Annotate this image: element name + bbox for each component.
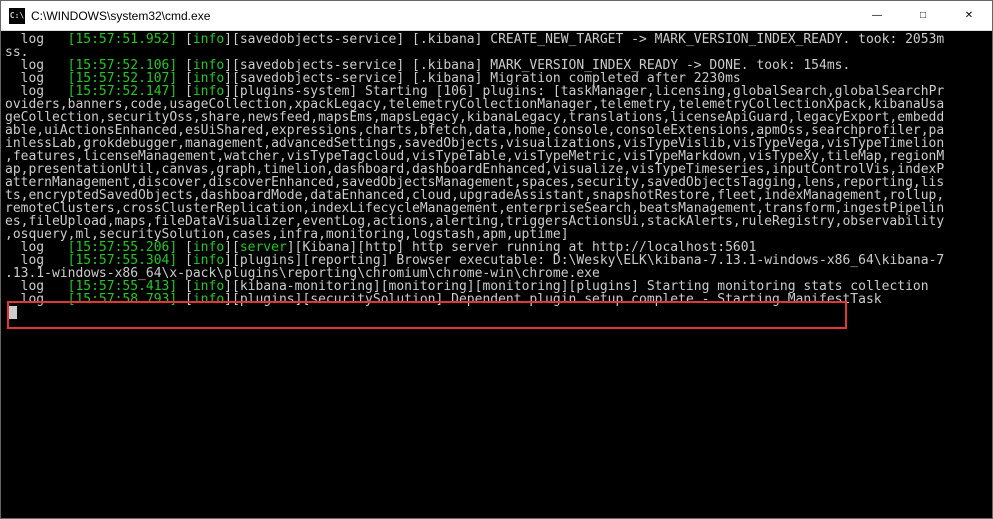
cmd-icon: C:\ [9,8,25,24]
maximize-button[interactable]: □ [900,1,946,30]
titlebar[interactable]: C:\ C:\WINDOWS\system32\cmd.exe — □ ✕ [1,1,992,31]
window-controls: — □ ✕ [854,1,992,30]
cmd-window: C:\ C:\WINDOWS\system32\cmd.exe — □ ✕ lo… [0,0,993,519]
log-line: log [15:57:58.793] [info][plugins][secur… [5,292,882,307]
terminal-output[interactable]: log [15:57:51.952] [info][savedobjects-s… [1,31,992,518]
cursor [9,306,17,319]
minimize-button[interactable]: — [854,1,900,30]
close-button[interactable]: ✕ [946,1,992,30]
window-title: C:\WINDOWS\system32\cmd.exe [31,9,854,23]
log-line: log [15:57:51.952] [info][savedobjects-s… [5,32,944,47]
